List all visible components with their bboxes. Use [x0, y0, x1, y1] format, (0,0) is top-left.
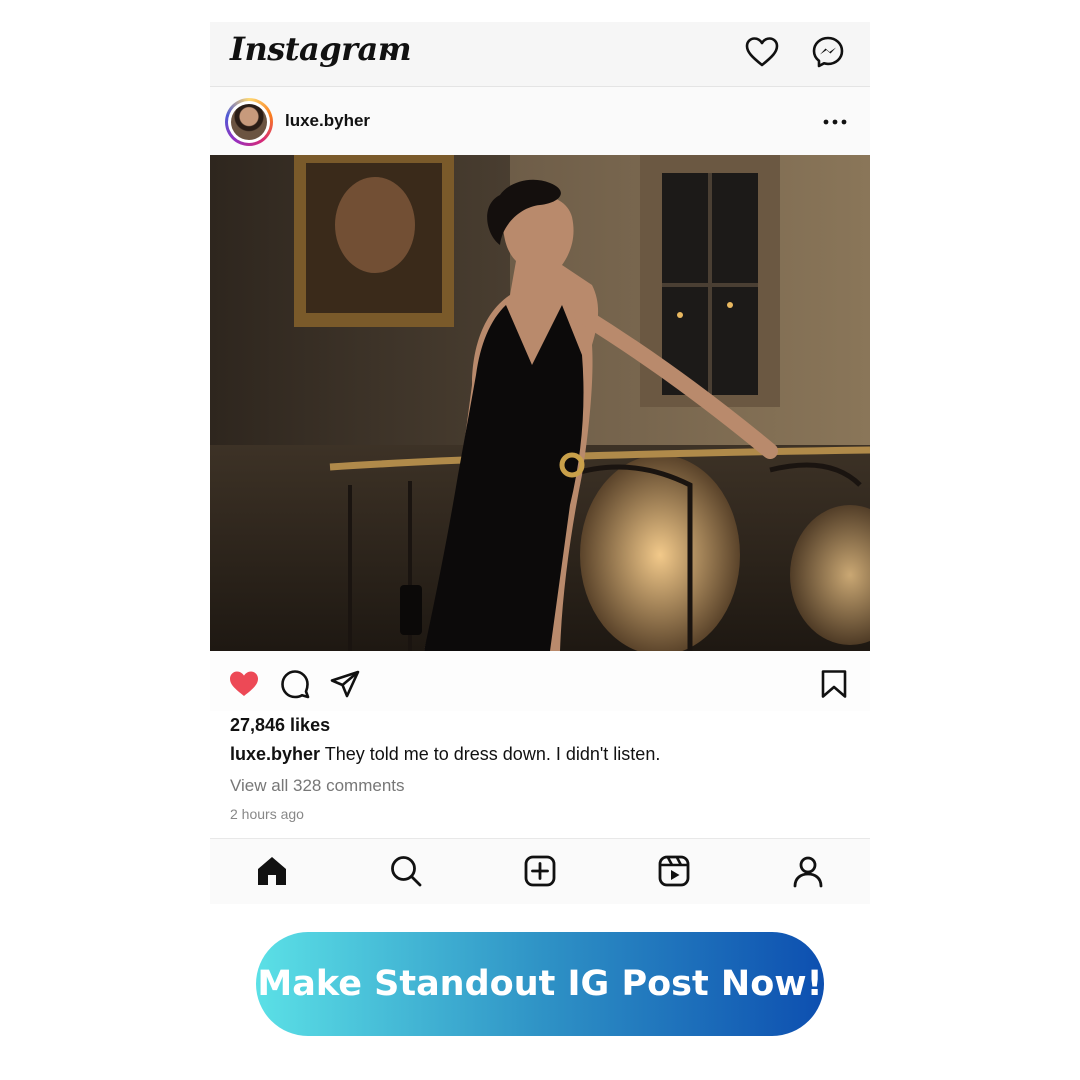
messenger-icon[interactable]: [810, 34, 846, 70]
cta-button[interactable]: Make Standout IG Post Now!: [256, 932, 824, 1036]
more-options-icon[interactable]: [822, 115, 848, 129]
likes-count[interactable]: 27,846 likes: [230, 715, 330, 736]
post-photo[interactable]: [210, 155, 870, 651]
caption-username[interactable]: luxe.byher: [230, 744, 320, 764]
view-comments-link[interactable]: View all 328 comments: [230, 776, 405, 796]
instagram-app-frame: Instagram luxe.byher 27,846 likes luxe.b…: [210, 22, 870, 904]
reels-icon[interactable]: [656, 853, 692, 889]
comment-icon[interactable]: [280, 669, 310, 699]
heart-filled-icon[interactable]: [228, 668, 260, 698]
heart-icon[interactable]: [744, 34, 780, 70]
search-icon[interactable]: [388, 853, 424, 889]
post-actions: [210, 651, 870, 711]
avatar-image: [231, 104, 267, 140]
post-caption: luxe.byher They told me to dress down. I…: [230, 744, 660, 765]
bottom-nav: [210, 839, 870, 904]
post-header: luxe.byher: [210, 87, 870, 155]
post-username[interactable]: luxe.byher: [285, 111, 370, 131]
create-icon[interactable]: [522, 853, 558, 889]
chevron-down-icon[interactable]: [382, 44, 400, 62]
cta-button-label: Make Standout IG Post Now!: [257, 964, 823, 1004]
post-timestamp: 2 hours ago: [230, 806, 304, 822]
avatar-border: [228, 101, 270, 143]
bookmark-icon[interactable]: [820, 669, 848, 699]
profile-icon[interactable]: [790, 853, 826, 889]
top-bar: Instagram: [210, 22, 870, 86]
share-icon[interactable]: [330, 669, 360, 699]
caption-text: They told me to dress down. I didn't lis…: [320, 744, 661, 764]
avatar[interactable]: [225, 98, 273, 146]
home-icon[interactable]: [254, 853, 290, 889]
post-photo-illustration: [210, 155, 870, 651]
